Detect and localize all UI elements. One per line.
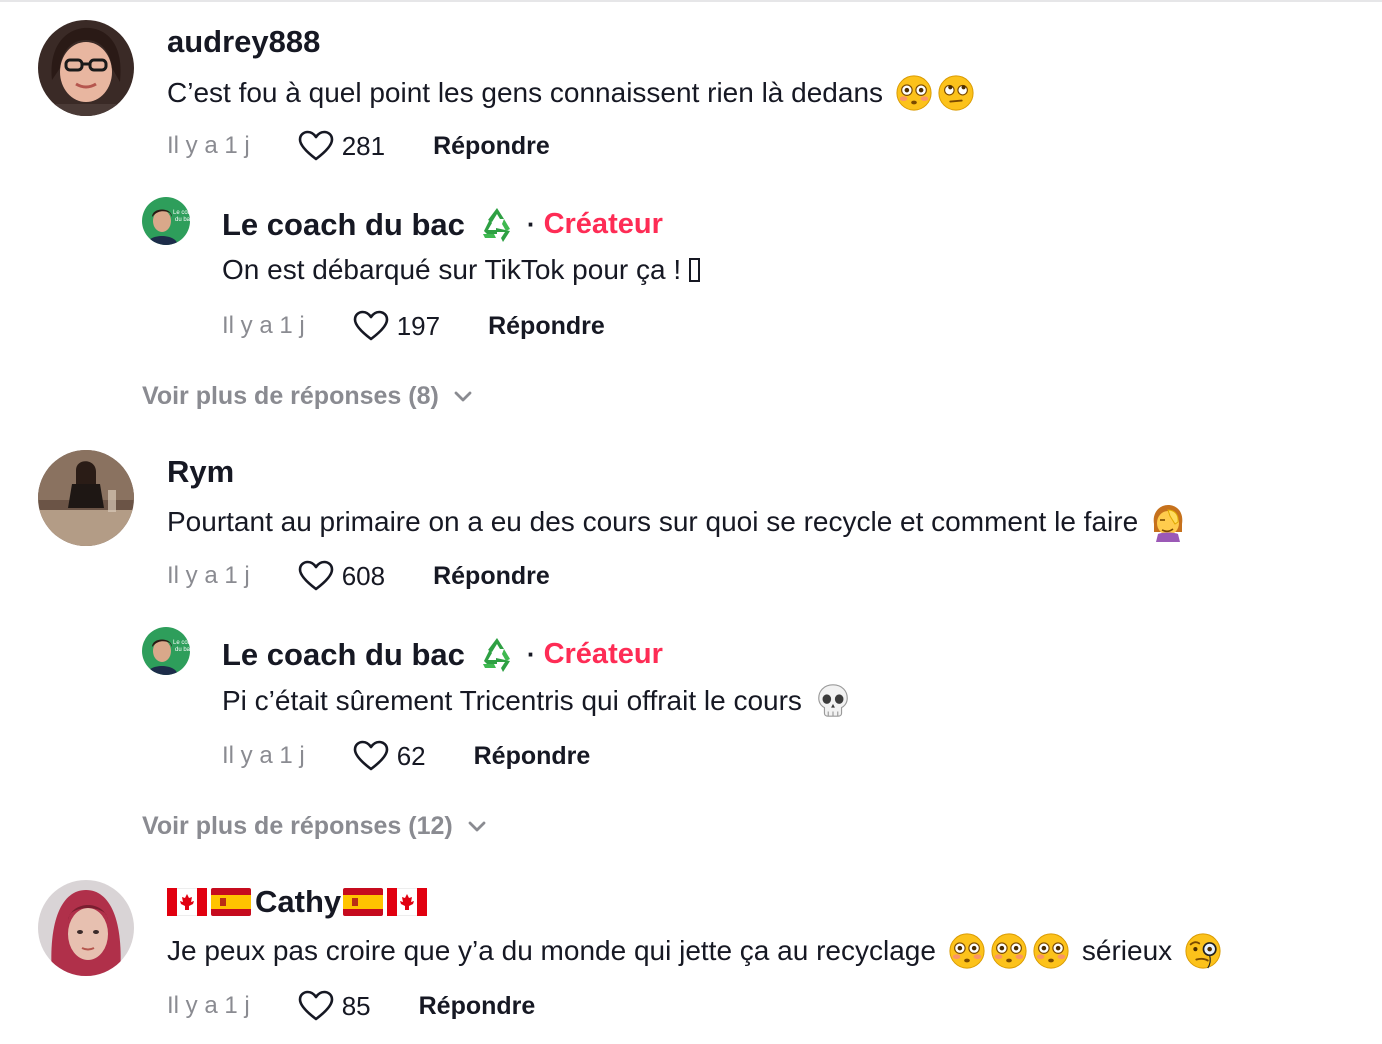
view-more-replies[interactable]: Voir plus de réponses (12) <box>142 814 487 839</box>
avatar[interactable] <box>38 880 134 976</box>
chevron-down-icon[interactable] <box>439 391 473 403</box>
reply-username[interactable]: Le coach du bac · Créateur <box>222 204 663 244</box>
reply-meta: Il y a 1 j 197 Répondre <box>222 310 605 342</box>
comment-meta: Il y a 1 j 281 Répondre <box>167 130 550 162</box>
timestamp: Il y a 1 j <box>167 132 250 159</box>
view-more-label[interactable]: Voir plus de réponses (8) <box>142 384 439 409</box>
reply-button[interactable]: Répondre <box>433 563 550 589</box>
svg-text:du bac: du bac <box>175 647 190 653</box>
username-text[interactable]: Rym <box>167 456 234 487</box>
spain-flag-icon <box>211 888 251 916</box>
recycle-icon <box>477 634 517 674</box>
comment-text: C’est fou à quel point les gens connaiss… <box>167 74 975 112</box>
like-count: 608 <box>341 561 386 591</box>
username-text[interactable]: Le coach du bac <box>222 209 465 240</box>
spain-flag-icon <box>343 888 383 916</box>
reply-username[interactable]: Le coach du bac · Créateur <box>222 634 663 674</box>
creator-avatar[interactable]: Le coach du bac <box>142 197 190 245</box>
skull-icon <box>814 682 852 720</box>
like-button[interactable]: 281 <box>298 130 385 162</box>
heart-icon[interactable] <box>298 990 334 1022</box>
view-more-replies[interactable]: Voir plus de réponses (8) <box>142 384 473 409</box>
canada-flag-icon <box>387 888 427 916</box>
reply-button[interactable]: Répondre <box>433 133 550 159</box>
username-text[interactable]: audrey888 <box>167 26 320 57</box>
reply-body: On est débarqué sur TikTok pour ça ! <box>222 254 682 285</box>
timestamp: Il y a 1 j <box>167 562 250 589</box>
rolling-eyes-icon <box>937 74 975 112</box>
like-count: 197 <box>396 311 441 341</box>
flushed-face-icon <box>895 74 933 112</box>
comment-body: Je peux pas croire que y’a du monde qui … <box>167 935 936 966</box>
username-text[interactable]: Le coach du bac <box>222 639 465 670</box>
flushed-face-icon <box>1032 932 1070 970</box>
heart-icon[interactable] <box>353 740 389 772</box>
face-palm-icon <box>1148 502 1188 542</box>
like-button[interactable]: 62 <box>353 740 426 772</box>
separator-dot: · <box>526 639 536 669</box>
canada-flag-icon <box>167 888 207 916</box>
comment-username[interactable]: audrey888 <box>167 26 320 57</box>
top-divider <box>0 0 1382 2</box>
username-text[interactable]: Cathy <box>255 886 341 917</box>
missing-glyph-icon <box>689 258 701 282</box>
creator-badge: Créateur <box>543 637 663 670</box>
recycle-icon <box>477 204 517 244</box>
creator-avatar[interactable]: Le coach du bac <box>142 627 190 675</box>
avatar[interactable] <box>38 20 134 116</box>
like-button[interactable]: 85 <box>298 990 371 1022</box>
reply-button[interactable]: Répondre <box>488 313 605 339</box>
reply-button[interactable]: Répondre <box>474 743 591 769</box>
monocle-face-icon <box>1184 932 1222 970</box>
like-count: 62 <box>396 741 426 771</box>
reply-text: Pi c’était sûrement Tricentris qui offra… <box>222 682 852 720</box>
comment-body-suffix: sérieux <box>1081 935 1173 966</box>
timestamp: Il y a 1 j <box>222 312 305 339</box>
heart-icon[interactable] <box>353 310 389 342</box>
heart-icon[interactable] <box>298 130 334 162</box>
like-button[interactable]: 608 <box>298 560 385 592</box>
separator-dot: · <box>526 209 536 239</box>
reply-body: Pi c’était sûrement Tricentris qui offra… <box>222 685 802 716</box>
svg-text:Le coach: Le coach <box>173 210 190 216</box>
svg-text:Le coach: Le coach <box>173 640 190 646</box>
comment-body: Pourtant au primaire on a eu des cours s… <box>167 506 1139 537</box>
comment-text: Pourtant au primaire on a eu des cours s… <box>167 502 1188 542</box>
like-button[interactable]: 197 <box>353 310 440 342</box>
like-count: 281 <box>341 131 386 161</box>
comment-username[interactable]: Cathy <box>167 886 431 917</box>
reply-button[interactable]: Répondre <box>419 993 536 1019</box>
comment-meta: Il y a 1 j 85 Répondre <box>167 990 535 1022</box>
avatar[interactable] <box>38 450 134 546</box>
timestamp: Il y a 1 j <box>222 742 305 769</box>
comment-username[interactable]: Rym <box>167 456 234 487</box>
creator-badge: Créateur <box>543 207 663 240</box>
flushed-face-icon <box>990 932 1028 970</box>
timestamp: Il y a 1 j <box>167 992 250 1019</box>
comment-meta: Il y a 1 j 608 Répondre <box>167 560 550 592</box>
chevron-down-icon[interactable] <box>453 821 487 833</box>
comment-body: C’est fou à quel point les gens connaiss… <box>167 77 884 108</box>
like-count: 85 <box>341 991 371 1021</box>
reply-meta: Il y a 1 j 62 Répondre <box>222 740 590 772</box>
reply-text: On est débarqué sur TikTok pour ça ! <box>222 254 701 285</box>
svg-text:du bac: du bac <box>175 217 190 223</box>
heart-icon[interactable] <box>298 560 334 592</box>
view-more-label[interactable]: Voir plus de réponses (12) <box>142 814 453 839</box>
comment-text: Je peux pas croire que y’a du monde qui … <box>167 932 1222 970</box>
flushed-face-icon <box>948 932 986 970</box>
